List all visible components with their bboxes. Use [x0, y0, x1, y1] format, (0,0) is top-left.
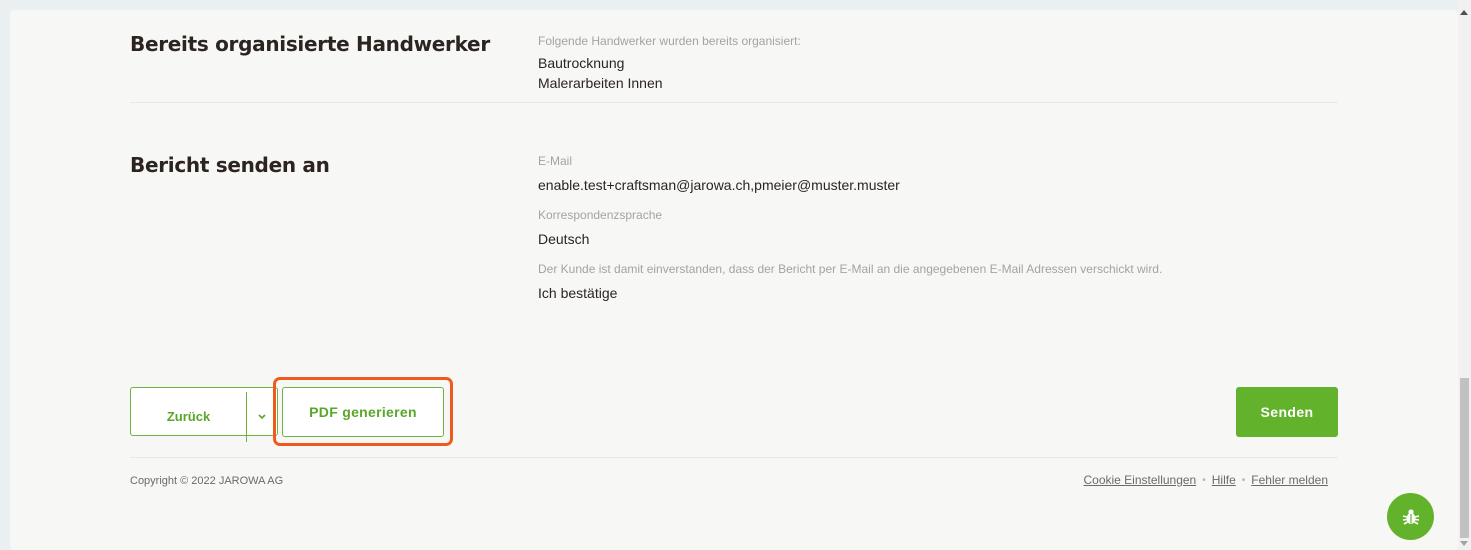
bug-report-button[interactable] — [1387, 493, 1434, 540]
report-error-link[interactable]: Fehler melden — [1251, 473, 1328, 487]
chevron-down-icon — [258, 413, 266, 419]
cookie-settings-link[interactable]: Cookie Einstellungen — [1083, 473, 1196, 487]
email-label: E-Mail — [538, 154, 573, 168]
section-divider — [130, 102, 1338, 103]
scroll-thumb[interactable] — [1460, 378, 1469, 538]
page-scrollbar[interactable] — [1458, 0, 1471, 550]
report-card: Bereits organisierte Handwerker Folgende… — [10, 10, 1458, 550]
scroll-down-arrow-icon[interactable] — [1460, 541, 1468, 546]
report-section-title: Bericht senden an — [130, 153, 330, 177]
send-button[interactable]: Senden — [1236, 387, 1338, 437]
generate-pdf-button[interactable]: PDF generieren — [282, 387, 444, 437]
footer-links: Cookie Einstellungen • Hilfe • Fehler me… — [1083, 473, 1328, 487]
language-label: Korrespondenzsprache — [538, 208, 663, 222]
organized-label: Folgende Handwerker wurden bereits organ… — [538, 34, 801, 48]
bug-icon — [1402, 508, 1419, 525]
organized-section-title: Bereits organisierte Handwerker — [130, 32, 490, 56]
copyright-text: Copyright © 2022 JAROWA AG — [130, 475, 284, 487]
link-separator: • — [1202, 474, 1206, 486]
back-split-button: Zurück — [130, 387, 278, 442]
help-link[interactable]: Hilfe — [1212, 473, 1236, 487]
consent-value: Ich bestätige — [538, 285, 618, 301]
organized-item: Bautrocknung — [538, 55, 625, 71]
footer-divider — [130, 457, 1338, 458]
consent-label: Der Kunde ist damit einverstanden, dass … — [538, 262, 1163, 276]
scroll-up-arrow-icon[interactable] — [1460, 10, 1468, 15]
organized-item: Malerarbeiten Innen — [538, 75, 663, 91]
back-button[interactable]: Zurück — [131, 388, 246, 435]
language-value: Deutsch — [538, 231, 590, 247]
email-value: enable.test+craftsman@jarowa.ch,pmeier@m… — [538, 177, 900, 193]
link-separator: • — [1241, 474, 1246, 486]
